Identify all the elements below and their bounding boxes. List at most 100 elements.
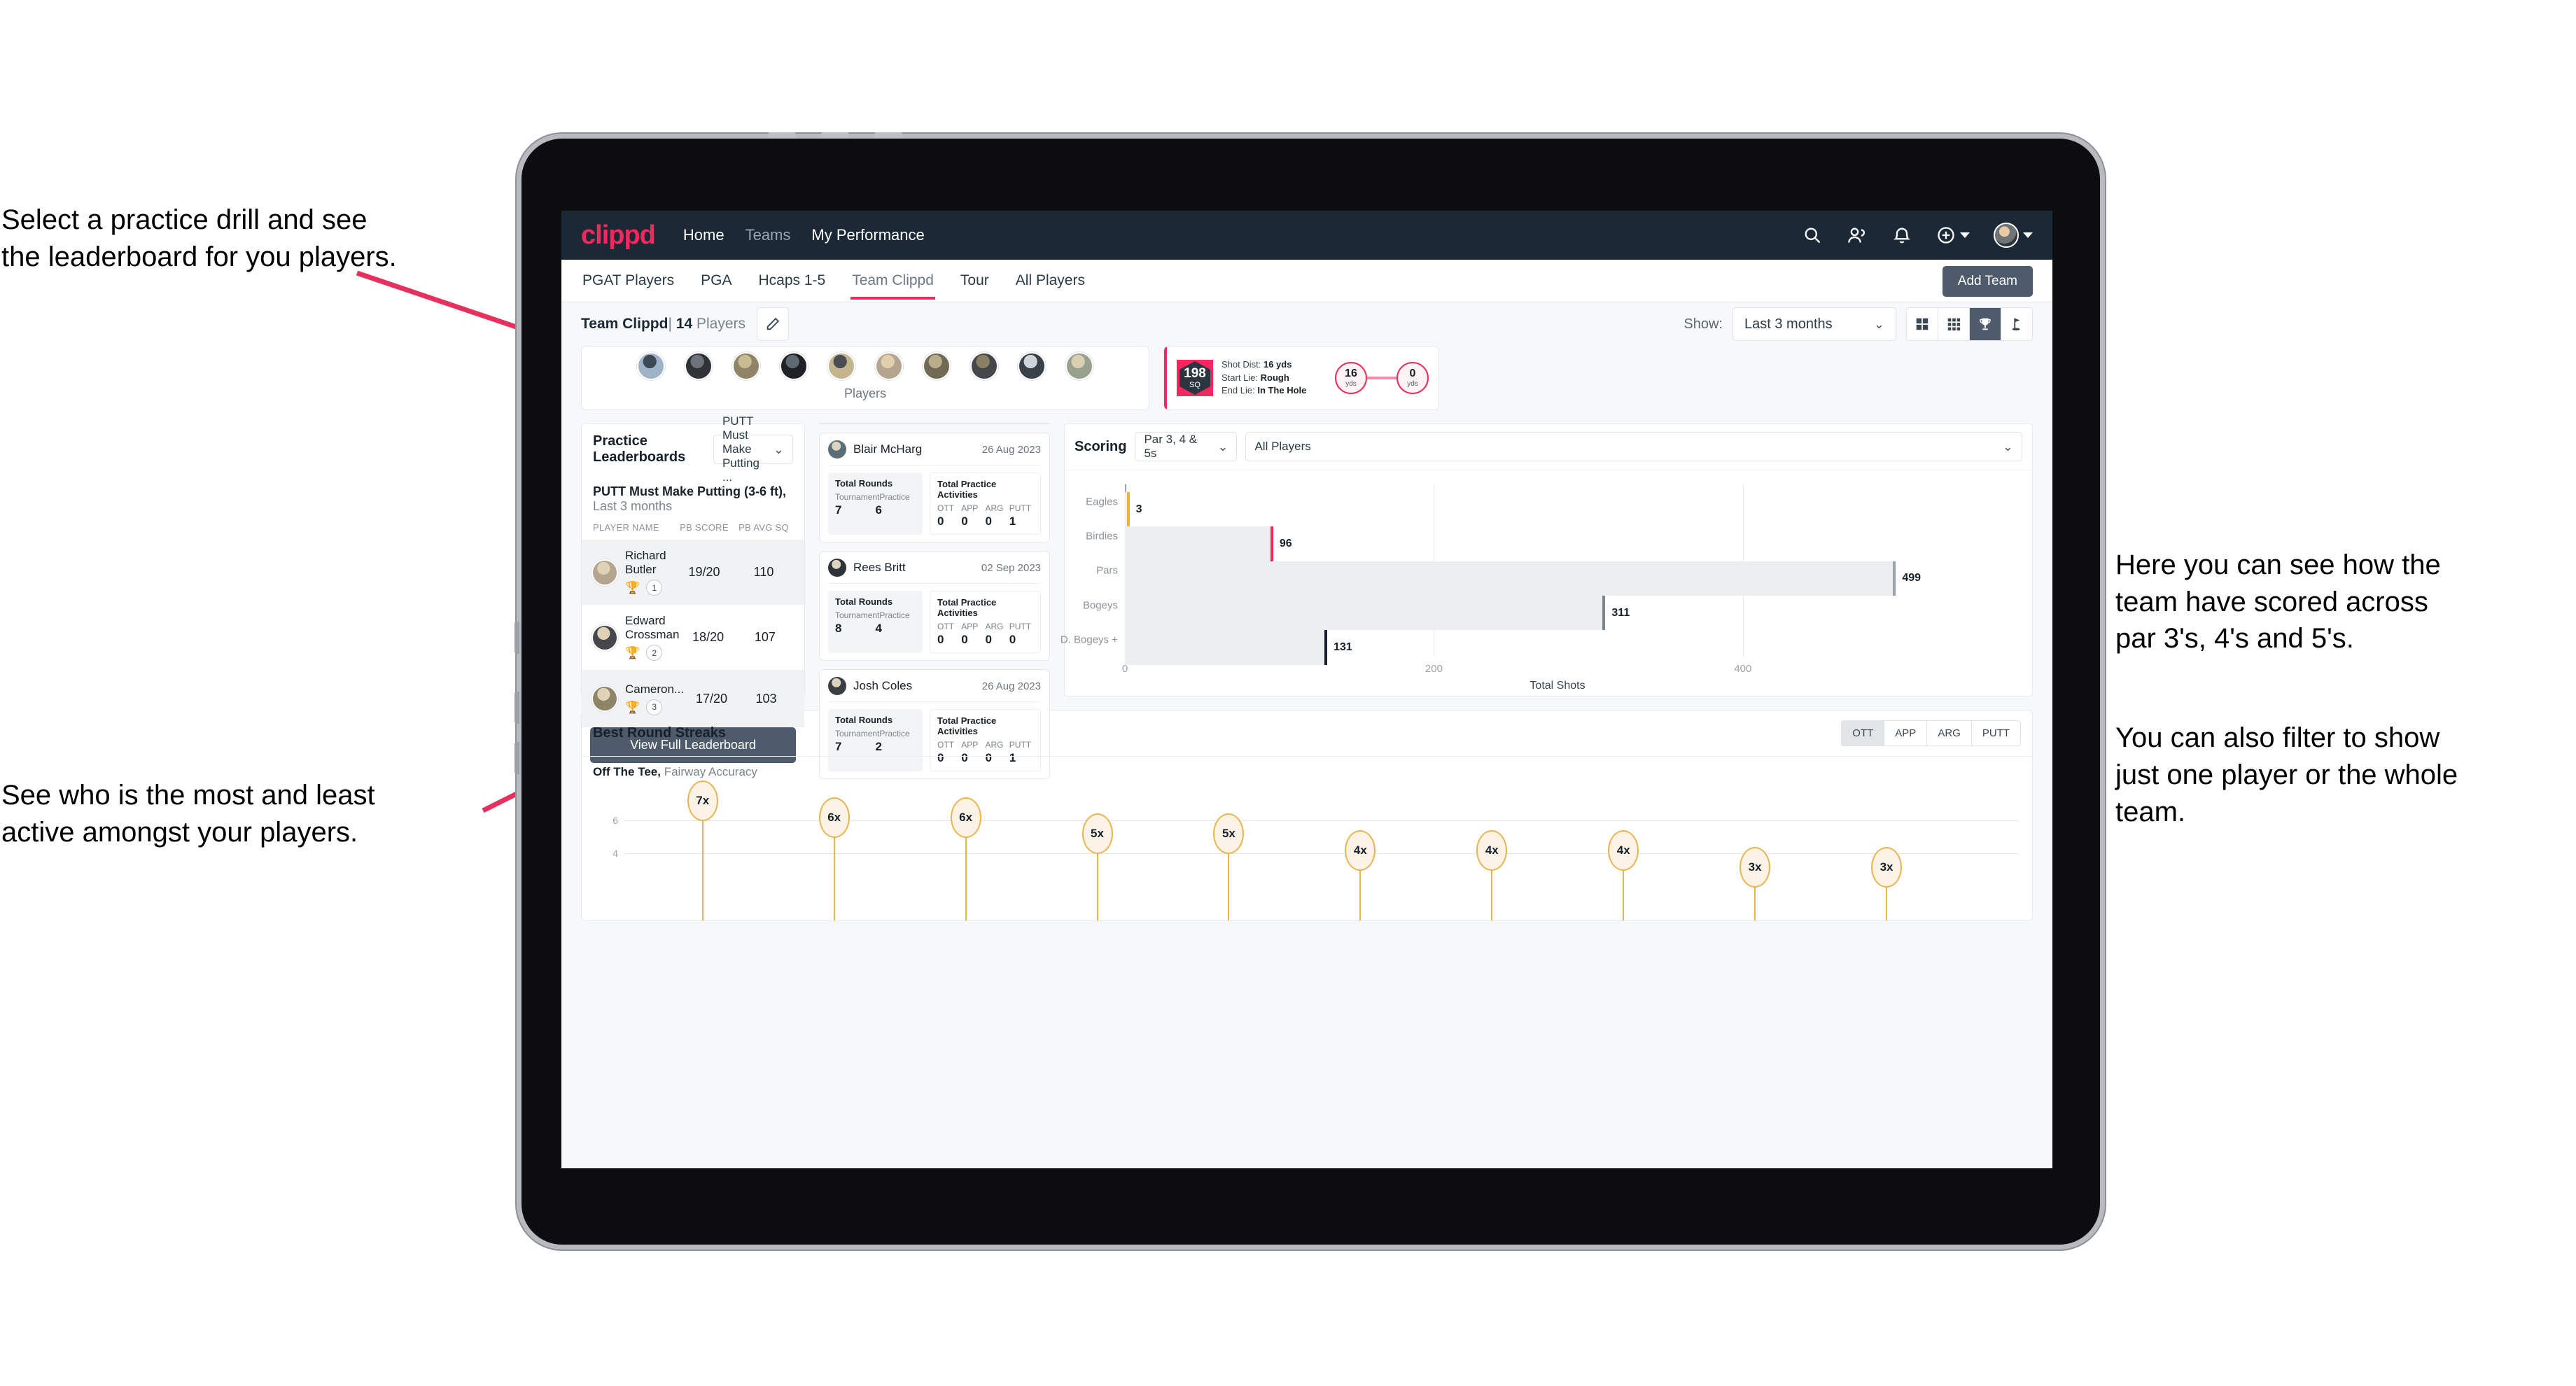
streaks-title: Best Round Streaks <box>593 725 727 741</box>
nav-link-home[interactable]: Home <box>683 226 724 244</box>
start-lie-label: Start Lie: <box>1222 372 1259 383</box>
chart-category-label: D. Bogeys + <box>1060 634 1118 646</box>
streaks-subtitle: Off The Tee, Fairway Accuracy <box>582 757 2032 779</box>
end-lie-label: End Lie: <box>1222 385 1255 396</box>
view-grid-2x2-button[interactable] <box>1907 308 1938 340</box>
player-avatar[interactable] <box>923 352 951 380</box>
streak-lollipop[interactable]: 5x <box>1082 813 1113 920</box>
shot-distance-diagram: 16 yds 0 yds <box>1335 362 1429 394</box>
player-name: Cameron... <box>625 682 685 696</box>
people-icon[interactable] <box>1847 225 1868 246</box>
table-row[interactable]: Edward Crossman 🏆 2 18/20 107 <box>582 605 804 670</box>
top-navigation-bar: clippd Home Teams My Performance <box>561 211 2052 260</box>
player-avatar[interactable] <box>780 352 808 380</box>
streak-lollipop[interactable]: 6x <box>818 797 850 920</box>
player-avatar[interactable] <box>1018 352 1046 380</box>
streak-lollipop[interactable]: 5x <box>1213 813 1245 920</box>
player-avatar[interactable] <box>970 352 998 380</box>
label-putt: PUTT <box>1009 503 1032 513</box>
player-name: Josh Coles <box>853 679 913 692</box>
end-lie-value: In The Hole <box>1257 385 1307 396</box>
chart-bar-value: 3 <box>1135 503 1142 515</box>
chevron-down-icon[interactable] <box>1960 232 1970 238</box>
label-practice: Practice <box>879 492 910 502</box>
chart-bar-value: 96 <box>1279 537 1292 550</box>
streak-value-bubble: 4x <box>1476 830 1508 871</box>
add-team-button[interactable]: Add Team <box>1942 266 2033 297</box>
edit-team-button[interactable] <box>757 307 789 341</box>
streak-toggle-arg[interactable]: ARG <box>1927 721 1972 746</box>
view-grid-3x3-button[interactable] <box>1938 308 1970 340</box>
player-avatar[interactable] <box>732 352 760 380</box>
value-ott: 0 <box>937 633 944 646</box>
streak-toggle-ott[interactable]: OTT <box>1842 721 1885 746</box>
player-avatar[interactable] <box>875 352 903 380</box>
sq-value: 198 <box>1184 366 1206 381</box>
streak-lollipop[interactable]: 7x <box>687 780 718 920</box>
annotation-top-left: Select a practice drill and see the lead… <box>1 204 397 272</box>
streak-lollipop[interactable]: 4x <box>1345 830 1376 920</box>
team-player-count: 14 <box>676 316 693 332</box>
chart-category-label: Birdies <box>1086 530 1118 542</box>
streak-lollipop[interactable]: 6x <box>950 797 981 920</box>
leaderboard-period: Last 3 months <box>593 499 673 513</box>
drill-select[interactable]: PUTT Must Make Putting ... ⌄ <box>713 414 793 484</box>
search-icon[interactable] <box>1802 225 1823 246</box>
view-golf-flag-button[interactable] <box>2001 308 2032 340</box>
tab-tour[interactable]: Tour <box>959 262 990 299</box>
main-content: Team Clippd| 14 Players Show: Last 3 mon… <box>561 302 2052 1168</box>
tab-hcaps-1-5[interactable]: Hcaps 1-5 <box>757 262 827 299</box>
streak-lollipop[interactable]: 4x <box>1476 830 1508 920</box>
best-round-streaks-panel: Best Round Streaks OTT APP ARG PUTT Off … <box>581 710 2033 921</box>
start-lie-value: Rough <box>1260 372 1289 383</box>
streaks-toggle-group: OTT APP ARG PUTT <box>1841 720 2021 746</box>
nav-link-my-performance[interactable]: My Performance <box>811 226 924 244</box>
tab-team-clippd[interactable]: Team Clippd <box>850 262 935 300</box>
grid-3x3-icon <box>1947 318 1961 331</box>
player-avatar[interactable] <box>1065 352 1093 380</box>
streak-lollipop[interactable]: 3x <box>1871 846 1903 920</box>
avatar <box>828 677 846 695</box>
streak-lollipop[interactable]: 3x <box>1740 846 1771 920</box>
annotation-right-part1: Here you can see how the team have score… <box>2115 549 2441 654</box>
chart-bar-cap <box>1324 630 1328 665</box>
player-filter-value: All Players <box>1254 440 1311 453</box>
player-avatar-row <box>637 352 1093 380</box>
avatar[interactable] <box>1994 223 2019 248</box>
streak-toggle-app[interactable]: APP <box>1884 721 1928 746</box>
player-avatar[interactable] <box>685 352 713 380</box>
tab-all-players[interactable]: All Players <box>1014 262 1086 299</box>
tab-pga[interactable]: PGA <box>699 262 733 299</box>
streak-value-bubble: 4x <box>1345 830 1376 871</box>
chevron-down-icon: ⌄ <box>1873 316 1884 331</box>
streak-lollipop[interactable]: 4x <box>1608 830 1639 920</box>
par-filter-select[interactable]: Par 3, 4 & 5s ⌄ <box>1135 432 1238 461</box>
team-toolbar: Team Clippd| 14 Players Show: Last 3 mon… <box>581 302 2033 346</box>
chart-x-axis-label: Total Shots <box>1530 680 1586 692</box>
label-ott: OTT <box>937 503 954 513</box>
total-rounds-box: Total Rounds Tournament Practice 8 4 <box>828 591 923 653</box>
streak-toggle-putt[interactable]: PUTT <box>1972 721 2020 746</box>
table-row[interactable]: Richard Butler 🏆 1 19/20 110 <box>582 540 804 605</box>
tab-pgat-players[interactable]: PGAT Players <box>581 262 676 299</box>
view-trophy-button[interactable] <box>1970 308 2001 340</box>
clippd-logo[interactable]: clippd <box>581 222 656 248</box>
nav-link-teams[interactable]: Teams <box>746 226 791 244</box>
player-avatar[interactable] <box>637 352 665 380</box>
player-filter-select[interactable]: All Players ⌄ <box>1245 432 2022 461</box>
player-avatar[interactable] <box>827 352 855 380</box>
team-separator: | <box>668 316 672 332</box>
shot-dist-label: Shot Dist: <box>1222 358 1261 370</box>
chevron-down-icon: ⌄ <box>1217 439 1228 454</box>
avatar-menu[interactable] <box>1994 223 2033 248</box>
add-circle-icon[interactable] <box>1936 225 1970 246</box>
activity-date: 26 Aug 2023 <box>981 443 1041 456</box>
activity-card[interactable]: Rees Britt 02 Sep 2023 Total Rounds Tournam… <box>819 551 1050 661</box>
tablet-device-frame: clippd Home Teams My Performance PGAT Pl… <box>514 132 2100 1245</box>
label-practice: Practice <box>879 610 910 620</box>
chart-category-label: Eagles <box>1086 496 1118 508</box>
activity-card[interactable]: Blair McHarg 26 Aug 2023 Total Rounds Tourn… <box>819 433 1050 542</box>
bell-icon[interactable] <box>1891 225 1912 246</box>
chevron-down-icon[interactable] <box>2023 232 2033 238</box>
date-range-select[interactable]: Last 3 months ⌄ <box>1732 307 1896 341</box>
